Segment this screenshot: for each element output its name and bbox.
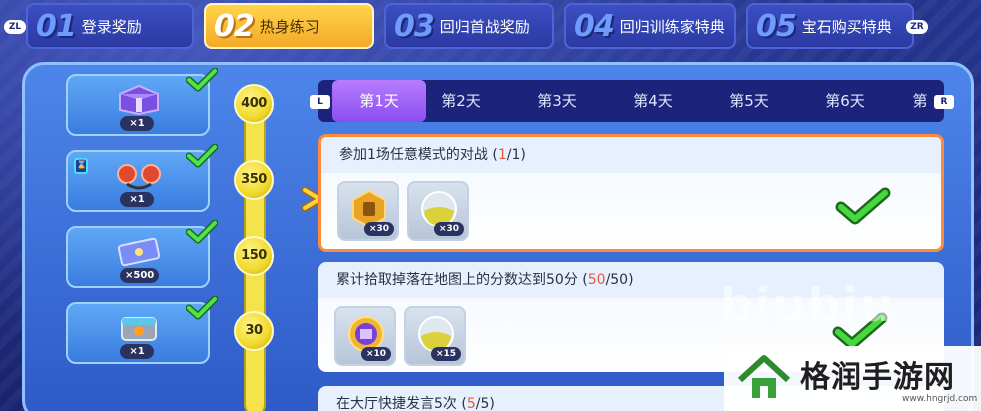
check-icon <box>186 144 218 168</box>
check-icon <box>186 220 218 244</box>
mystery-box-icon <box>119 84 159 116</box>
item-quantity: ×15 <box>431 347 461 361</box>
watermark-logo-icon <box>737 355 791 398</box>
item-quantity: ×30 <box>364 222 394 236</box>
task-reward-item[interactable]: ×10 <box>334 306 396 366</box>
task-progress-current: 5 <box>466 396 476 411</box>
tab-label: 热身练习 <box>259 17 320 36</box>
tab-number: 01 <box>36 8 77 44</box>
task-progress-current: 1 <box>497 147 507 163</box>
tab-number: 05 <box>756 8 797 44</box>
tab-label: 宝石购买特典 <box>801 17 892 36</box>
headband-icon <box>117 164 161 190</box>
tab-day-2[interactable]: 第2天 <box>414 80 508 122</box>
reward-quantity: ×1 <box>120 192 154 207</box>
check-icon <box>186 296 218 320</box>
task-description: 参加1场任意模式的对战 (1/1) <box>321 137 941 173</box>
task-reward-area: ×30 ×30 <box>321 173 941 249</box>
tab-label: 回归首战奖励 <box>439 17 530 36</box>
tab-number: 02 <box>214 8 255 44</box>
reward-quantity: ×1 <box>120 344 154 359</box>
task-card-1[interactable]: 参加1场任意模式的对战 (1/1) ×30 ×30 <box>318 134 944 252</box>
tab-label: 登录奖励 <box>81 17 142 36</box>
check-icon <box>186 68 218 92</box>
track-node-350: 350 <box>234 160 274 200</box>
tab-number: 04 <box>574 8 615 44</box>
watermark-text: 格润手游网 <box>800 360 955 395</box>
tab-return-trainer-perks[interactable]: 04 回归训练家特典 <box>564 3 736 49</box>
zr-trigger-button[interactable]: ZR <box>906 20 928 34</box>
reward-quantity: ×500 <box>120 268 160 283</box>
task-reward-item[interactable]: ×30 <box>337 181 399 241</box>
tab-login-reward[interactable]: 01 登录奖励 <box>26 3 194 49</box>
task-reward-item[interactable]: ×30 <box>407 181 469 241</box>
track-node-400: 400 <box>234 84 274 124</box>
task-progress-current: 50 <box>587 272 606 288</box>
l-button[interactable]: L <box>310 95 330 109</box>
tab-day-5[interactable]: 第5天 <box>702 80 796 122</box>
watermark-url: www.hngrjd.com <box>902 394 978 404</box>
watermark-overlay: biubiu <box>720 278 895 332</box>
track-node-30: 30 <box>234 311 274 351</box>
item-quantity: ×30 <box>434 222 464 236</box>
tab-warmup-practice[interactable]: 02 热身练习 <box>204 3 374 49</box>
tab-day-3[interactable]: 第3天 <box>510 80 604 122</box>
top-tab-bar: ZL 01 登录奖励 02 热身练习 03 回归首战奖励 04 回归训练家特典 … <box>0 0 981 56</box>
tab-number: 03 <box>394 8 435 44</box>
day-tab-bar: 第1天 第2天 第3天 第4天 第5天 第6天 第 <box>318 80 944 122</box>
ticket-icon <box>117 237 161 267</box>
tab-day-4[interactable]: 第4天 <box>606 80 700 122</box>
tab-label: 回归训练家特典 <box>619 17 725 36</box>
chest-icon <box>121 317 157 341</box>
tab-return-first-battle[interactable]: 03 回归首战奖励 <box>384 3 554 49</box>
item-quantity: ×10 <box>361 347 391 361</box>
track-node-150: 150 <box>234 236 274 276</box>
hourglass-icon: ⌛ <box>74 158 88 174</box>
tab-day-6[interactable]: 第6天 <box>798 80 892 122</box>
r-button[interactable]: R <box>934 95 954 109</box>
zl-trigger-button[interactable]: ZL <box>4 20 26 34</box>
check-icon <box>835 187 891 225</box>
tab-day-1[interactable]: 第1天 <box>332 80 426 122</box>
tab-gem-purchase-perks[interactable]: 05 宝石购买特典 <box>746 3 914 49</box>
reward-quantity: ×1 <box>120 116 154 131</box>
task-reward-item[interactable]: ×15 <box>404 306 466 366</box>
